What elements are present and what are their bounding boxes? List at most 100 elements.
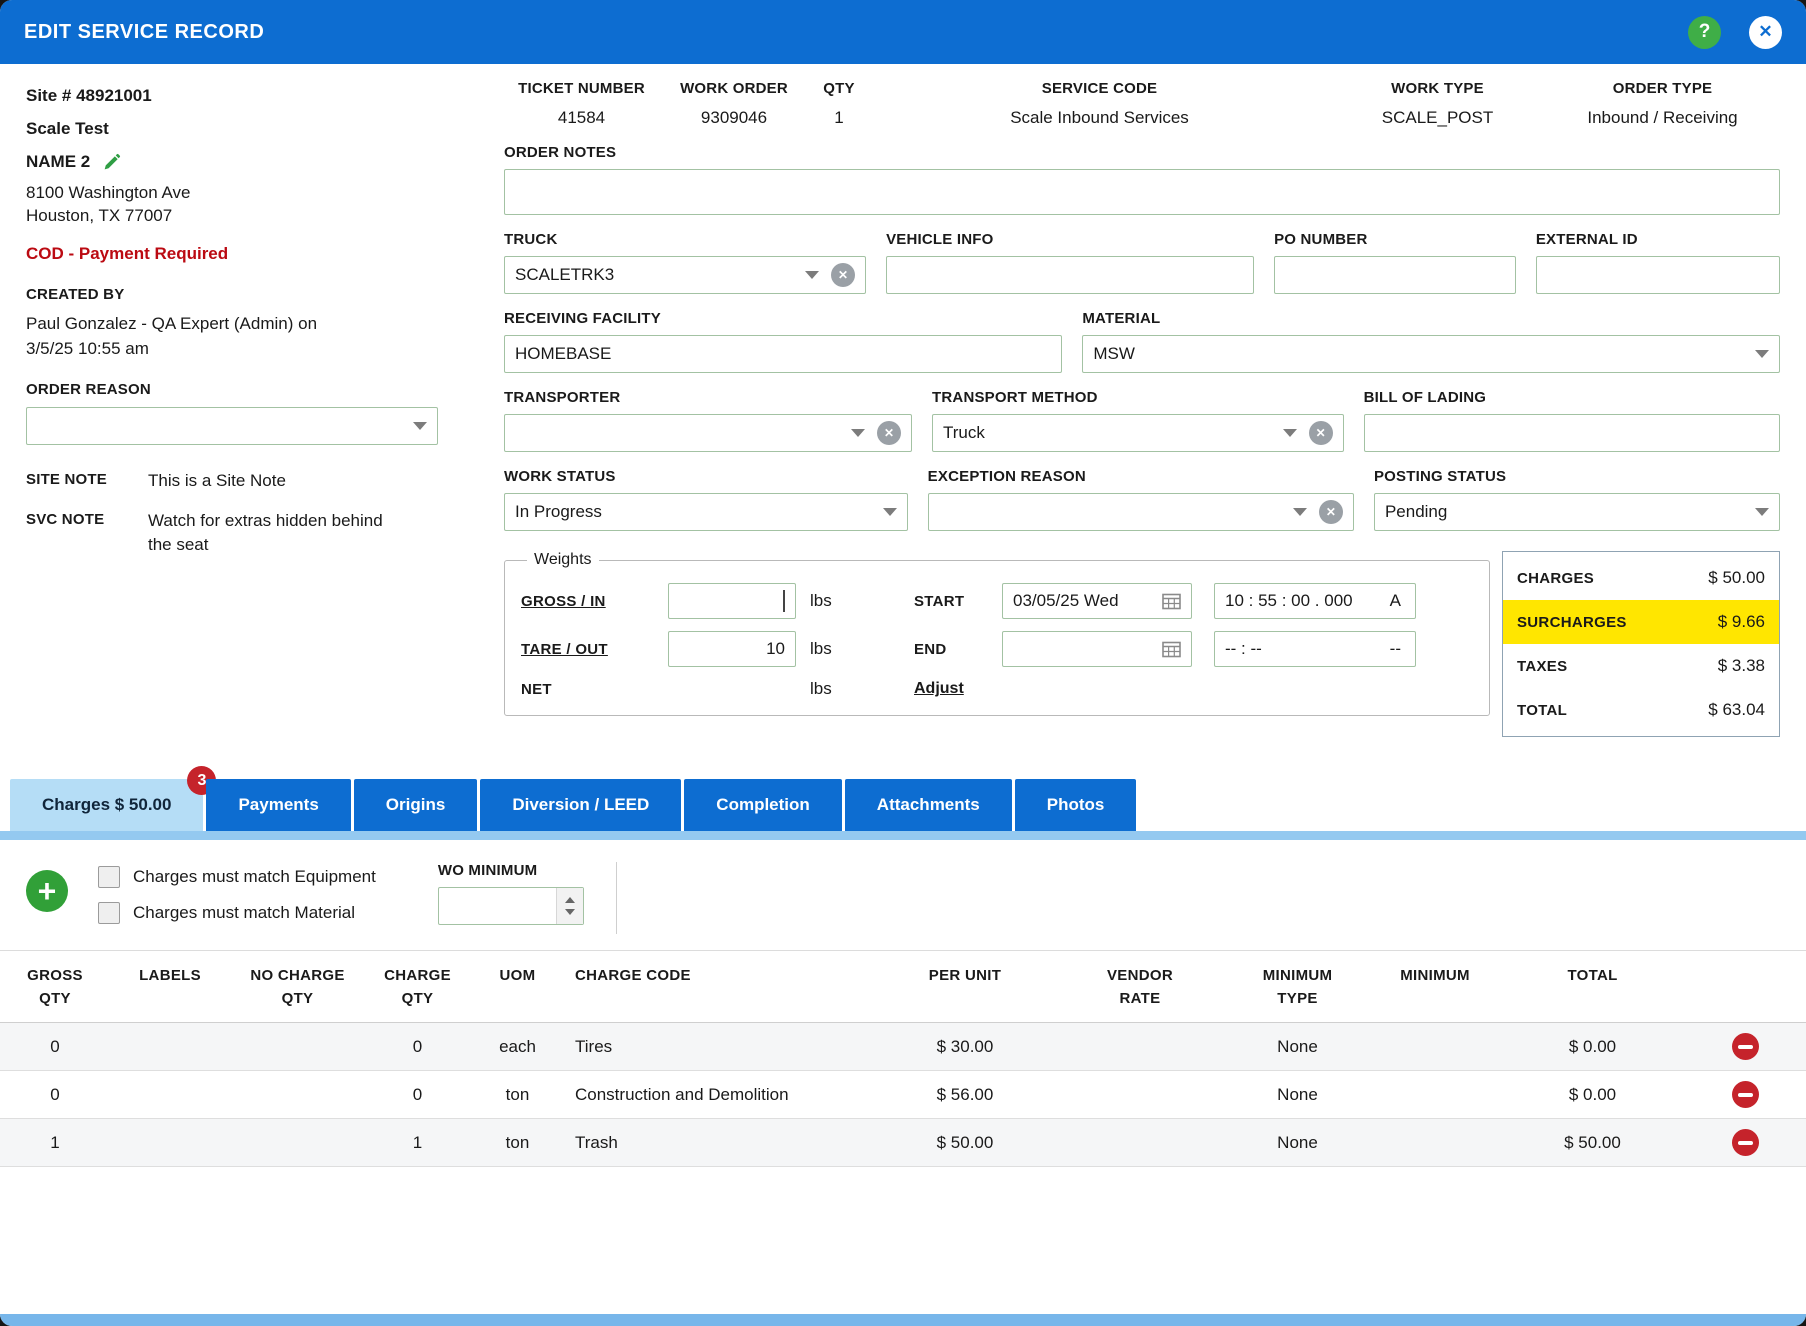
cell-uom: ton	[470, 1118, 565, 1167]
external-id-input[interactable]	[1535, 256, 1780, 294]
material-block: MATERIAL MSW	[1082, 310, 1780, 373]
facility-material-row: RECEIVING FACILITY HOMEBASE MATERIAL MSW	[504, 310, 1780, 373]
receiving-facility-input[interactable]: HOMEBASE	[504, 335, 1063, 373]
exception-reason-select[interactable]: ✕	[927, 493, 1354, 531]
tab-attachments[interactable]: Attachments	[844, 779, 1012, 831]
charges-match-equipment-checkbox[interactable]	[98, 866, 120, 888]
tab-payments[interactable]: Payments	[206, 779, 351, 831]
empty-content-area	[0, 1167, 1806, 1314]
posting-status-select[interactable]: Pending	[1373, 493, 1780, 531]
cell-gross-qty: 1	[0, 1118, 110, 1167]
adjust-link[interactable]: Adjust	[914, 680, 964, 698]
cell-actions	[1685, 1070, 1806, 1119]
work-type-value: SCALE_POST	[1381, 108, 1494, 127]
site-note-label: SITE NOTE	[26, 471, 107, 489]
chevron-down-icon[interactable]	[1755, 508, 1769, 516]
charges-match-material-checkbox[interactable]	[98, 902, 120, 924]
tab-photos[interactable]: Photos	[1014, 779, 1137, 831]
col-header-total: TOTAL	[1500, 950, 1685, 1023]
edit-name-pencil-icon[interactable]	[102, 152, 122, 172]
toolbar-divider	[615, 862, 617, 934]
chevron-down-icon[interactable]	[851, 429, 866, 437]
ticket-number-field: TICKET NUMBER 41584	[504, 80, 659, 128]
add-charge-button[interactable]: +	[26, 870, 68, 912]
ticket-number-value: 41584	[557, 108, 606, 127]
end-date-input[interactable]	[1002, 631, 1192, 667]
charges-toolbar: + Charges must match Equipment Charges m…	[0, 840, 1806, 948]
chevron-down-icon[interactable]	[805, 271, 820, 279]
close-button[interactable]: ✕	[1749, 15, 1782, 49]
clear-exception-reason-icon[interactable]: ✕	[1318, 500, 1343, 524]
address-line-2: Houston, TX 77007	[26, 205, 173, 225]
clear-transporter-icon[interactable]: ✕	[877, 421, 902, 445]
delete-charge-button[interactable]	[1732, 1081, 1759, 1108]
gross-in-link[interactable]: GROSS / IN	[521, 593, 668, 610]
tab-origins[interactable]: Origins	[353, 779, 478, 831]
material-label: MATERIAL	[1082, 310, 1161, 327]
col-header-labels: LABELS	[110, 950, 230, 1023]
cell-minimum-type: None	[1225, 1118, 1370, 1167]
tab-diversion-leed[interactable]: Diversion / LEED	[480, 779, 682, 831]
delete-charge-button[interactable]	[1732, 1129, 1759, 1156]
chevron-down-icon[interactable]	[1755, 350, 1769, 358]
start-date-input[interactable]: 03/05/25 Wed	[1002, 583, 1192, 619]
svc-note-label: SVC NOTE	[26, 510, 105, 528]
tab-completion[interactable]: Completion	[684, 779, 842, 831]
transport-method-select[interactable]: Truck ✕	[932, 414, 1344, 452]
bill-of-lading-input[interactable]	[1363, 414, 1780, 452]
truck-select[interactable]: SCALETRK3 ✕	[504, 256, 867, 294]
cell-charge-qty: 1	[365, 1118, 470, 1167]
calendar-icon[interactable]	[1162, 593, 1181, 610]
cell-labels	[110, 1022, 230, 1071]
chevron-down-icon[interactable]	[1292, 508, 1307, 516]
delete-charge-button[interactable]	[1732, 1033, 1759, 1060]
end-label: END	[914, 640, 947, 658]
order-reason-select[interactable]	[26, 407, 438, 446]
charge-match-options: Charges must match Equipment Charges mus…	[98, 862, 376, 924]
tare-out-link[interactable]: TARE / OUT	[521, 641, 668, 658]
cell-labels	[110, 1118, 230, 1167]
bill-of-lading-block: BILL OF LADING	[1363, 389, 1780, 452]
tare-out-input[interactable]: 10	[668, 631, 796, 667]
external-id-label: EXTERNAL ID	[1535, 231, 1638, 248]
tare-weight-row: TARE / OUT 10 lbs END --: -- --	[521, 631, 1473, 667]
col-header-minimum: MINIMUM	[1370, 950, 1500, 1023]
tab-content-divider	[0, 831, 1806, 840]
totals-box: CHARGES $ 50.00 SURCHARGES $ 9.66 TAXES …	[1502, 551, 1780, 737]
weights-and-totals: Weights GROSS / IN lbs START 03/05/25 We…	[504, 551, 1780, 737]
text-cursor	[783, 590, 785, 612]
end-meridiem: --	[1389, 639, 1401, 658]
spinner-up-icon[interactable]	[564, 897, 575, 903]
cell-no-charge-qty	[230, 1070, 365, 1119]
vehicle-info-input[interactable]	[886, 256, 1255, 294]
created-by-label: CREATED BY	[26, 285, 125, 303]
order-notes-input[interactable]	[504, 169, 1780, 215]
chevron-down-icon[interactable]	[413, 422, 427, 431]
record-tabs: Charges $ 50.00 3 Payments Origins Diver…	[0, 766, 1806, 831]
material-select[interactable]: MSW	[1082, 335, 1780, 373]
end-time-input[interactable]: -- : -- --	[1214, 631, 1416, 667]
gross-in-input[interactable]	[668, 583, 796, 619]
clear-truck-icon[interactable]: ✕	[831, 263, 856, 287]
start-time-input[interactable]: 10 : 55 : 00 . 000 A	[1214, 583, 1416, 619]
work-status-select[interactable]: In Progress	[504, 493, 908, 531]
receiving-facility-value: HOMEBASE	[515, 344, 612, 363]
service-code-label: SERVICE CODE	[1041, 80, 1158, 97]
help-button[interactable]: ?	[1688, 15, 1721, 49]
weights-fieldset: Weights GROSS / IN lbs START 03/05/25 We…	[504, 551, 1490, 716]
grand-total-value: $ 63.04	[1708, 700, 1765, 719]
spinner-down-icon[interactable]	[564, 909, 575, 915]
wo-minimum-label: WO MINIMUM	[437, 862, 538, 879]
col-header-no-charge-qty: NO CHARGE QTY	[230, 950, 365, 1023]
po-number-input[interactable]	[1274, 256, 1516, 294]
wo-minimum-input[interactable]	[437, 887, 584, 925]
tab-charges[interactable]: Charges $ 50.00 3	[10, 766, 217, 831]
chevron-down-icon[interactable]	[1282, 429, 1297, 437]
posting-status-block: POSTING STATUS Pending	[1373, 468, 1780, 531]
transporter-select[interactable]: ✕	[504, 414, 913, 452]
notes-section: SITE NOTE This is a Site Note SVC NOTE W…	[26, 469, 496, 556]
clear-transport-method-icon[interactable]: ✕	[1308, 421, 1333, 445]
col-header-gross-qty: GROSS QTY	[0, 950, 110, 1023]
chevron-down-icon[interactable]	[882, 508, 897, 516]
calendar-icon[interactable]	[1162, 641, 1181, 658]
